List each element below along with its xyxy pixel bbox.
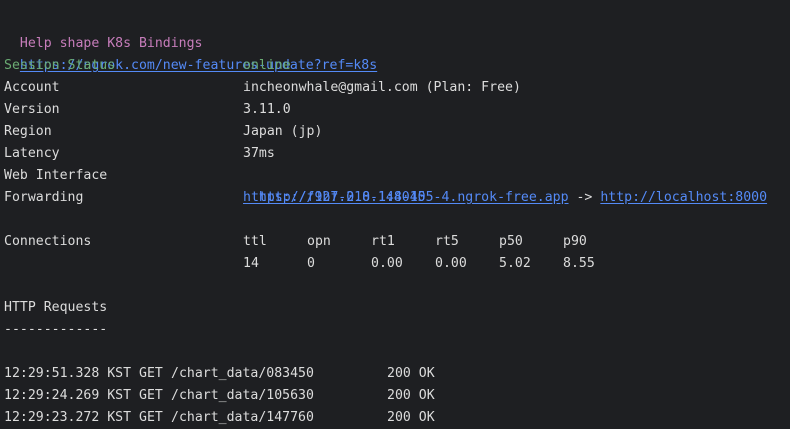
banner: Help shape K8s Bindings https://ngrok.co… <box>4 11 377 73</box>
request-path: /chart_data/105630 <box>171 388 314 403</box>
request-time: 12:29:51.328 KST <box>4 366 132 381</box>
region-label: Region <box>4 124 52 139</box>
request-path: /chart_data/147760 <box>171 410 314 425</box>
version-label: Version <box>4 102 60 117</box>
latency-value: 37ms <box>243 146 275 161</box>
request-method: GET <box>139 410 163 425</box>
connections-value-ttl: 14 <box>243 256 259 271</box>
connections-value-rt1: 0.00 <box>371 256 403 271</box>
web-interface-value-row: http://127.0.0.1:4040 <box>243 165 426 205</box>
account-label: Account <box>4 80 60 95</box>
connections-header-opn: opn <box>307 234 331 249</box>
request-time: 12:29:23.272 KST <box>4 410 132 425</box>
request-status: 200 OK <box>387 366 435 381</box>
forwarding-label: Forwarding <box>4 190 84 205</box>
forwarding-local-link[interactable]: http://localhost:8000 <box>600 190 767 205</box>
web-interface-label: Web Interface <box>4 168 108 183</box>
http-requests-divider: ------------- <box>4 322 108 337</box>
connections-header-rt1: rt1 <box>371 234 395 249</box>
http-requests-title: HTTP Requests <box>4 300 108 315</box>
latency-label: Latency <box>4 146 60 161</box>
request-method: GET <box>139 388 163 403</box>
connections-value-p90: 8.55 <box>563 256 595 271</box>
request-path: /chart_data/083450 <box>171 366 314 381</box>
forwarding-arrow: -> <box>576 190 593 205</box>
connections-value-rt5: 0.00 <box>435 256 467 271</box>
request-time: 12:29:24.269 KST <box>4 388 132 403</box>
connections-header-ttl: ttl <box>243 234 267 249</box>
request-status: 200 OK <box>387 410 435 425</box>
forwarding-value-row: https://f9bf-218-148-155-4.ngrok-free.ap… <box>243 187 767 209</box>
banner-text: Help shape K8s Bindings <box>19 36 203 51</box>
session-status-value: online <box>243 58 291 73</box>
account-value: incheonwhale@gmail.com (Plan: Free) <box>243 80 521 95</box>
request-method: GET <box>139 366 163 381</box>
connections-header-p50: p50 <box>499 234 523 249</box>
session-status-label: Session Status <box>4 58 116 73</box>
forwarding-public-link[interactable]: https://f9bf-218-148-155-4.ngrok-free.ap… <box>243 190 569 205</box>
request-status: 200 OK <box>387 388 435 403</box>
connections-header-rt5: rt5 <box>435 234 459 249</box>
connections-value-p50: 5.02 <box>499 256 531 271</box>
region-value: Japan (jp) <box>243 124 323 139</box>
connections-header-p90: p90 <box>563 234 587 249</box>
version-value: 3.11.0 <box>243 102 291 117</box>
connections-label: Connections <box>4 234 92 249</box>
connections-value-opn: 0 <box>307 256 315 271</box>
